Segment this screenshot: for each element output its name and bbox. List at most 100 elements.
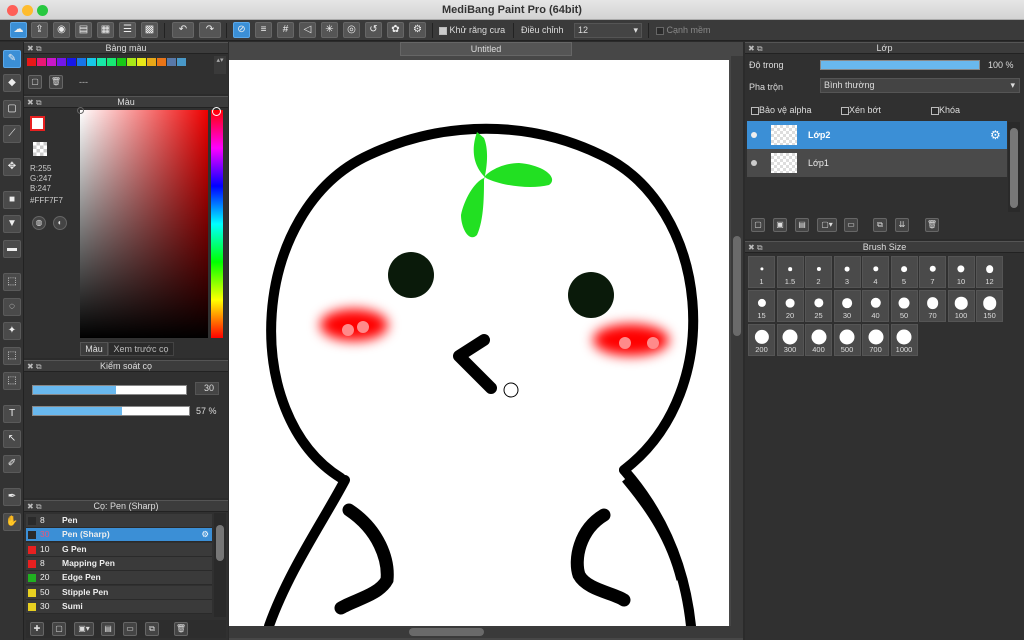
palette-swatch[interactable] (177, 58, 186, 66)
redo-icon[interactable]: ↷ (199, 22, 221, 38)
rect-tool-icon[interactable]: ■ (3, 191, 21, 209)
canvas-vertical-scrollbar[interactable] (731, 56, 743, 626)
snap-settings-icon[interactable]: ✿ (387, 22, 404, 38)
no-snap-icon[interactable]: ⊘ (233, 22, 250, 38)
palette-scroll[interactable]: ▴▾ (214, 56, 226, 74)
brush-size-option[interactable]: 25 (805, 290, 832, 322)
alpha-protect-toggle[interactable]: Bảo vệ alpha (751, 105, 812, 115)
color-settings-icon[interactable]: ◐ (53, 216, 67, 230)
new-brush-icon[interactable]: ▢ (52, 622, 66, 636)
dot-tool-icon[interactable]: ▢ (3, 100, 21, 118)
brush-menu-icon[interactable]: ▣▾ (74, 622, 94, 636)
add-brush-icon[interactable]: ✚ (30, 622, 44, 636)
brush-list-item[interactable]: 8 Pen (26, 514, 212, 528)
curve-snap-icon[interactable]: ↺ (365, 22, 382, 38)
brush-size-option[interactable]: 100 (947, 290, 975, 322)
panel-controls-icon[interactable]: ✖ ⧉ (748, 242, 763, 253)
text-tool-icon[interactable]: T (3, 405, 21, 423)
panel-controls-icon[interactable]: ✖ ⧉ (27, 97, 42, 108)
new-halftone-layer-icon[interactable]: ▣ (773, 218, 787, 232)
brush-size-option[interactable]: 200 (748, 324, 775, 356)
palette-swatch[interactable] (37, 58, 46, 66)
gear-icon[interactable]: ⚙ (990, 121, 1001, 149)
palette-swatch[interactable] (27, 58, 36, 66)
brush-size-option[interactable]: 20 (776, 290, 804, 322)
brush-size-option[interactable]: 300 (776, 324, 804, 356)
palette-swatch[interactable] (97, 58, 106, 66)
gradient-tool-icon[interactable]: ▬ (3, 240, 21, 258)
select-eraser-icon[interactable]: ⬚ (3, 372, 21, 390)
tab-color[interactable]: Màu (80, 342, 108, 356)
brush-size-option[interactable]: 150 (976, 290, 1003, 322)
palette-swatch[interactable] (167, 58, 176, 66)
brush-list-item[interactable]: 8 Mapping Pen (26, 556, 212, 571)
brush-list-item[interactable]: 10 G Pen (26, 542, 212, 557)
document-icon[interactable]: ▤ (75, 22, 92, 38)
brush-list-scroll-thumb[interactable] (216, 525, 224, 561)
brush-size-option[interactable]: 30 (833, 290, 861, 322)
layer-row[interactable]: Lớp2 ⚙ (747, 121, 1007, 149)
lock-toggle[interactable]: Khóa (931, 105, 960, 115)
hand-tool-icon[interactable]: ✋ (3, 513, 21, 531)
share-icon[interactable]: ⇪ (31, 22, 48, 38)
brush-size-value[interactable]: 30 (195, 382, 219, 395)
folder-icon[interactable]: ▭ (123, 622, 137, 636)
radial-snap-icon[interactable]: ✳ (321, 22, 338, 38)
trash-icon[interactable]: 🗑 (174, 622, 188, 636)
panel-controls-icon[interactable]: ✖ ⧉ (748, 43, 763, 54)
layer-menu-icon[interactable]: ▢▾ (817, 218, 837, 232)
hue-cursor[interactable] (212, 107, 221, 116)
antialias-checkbox[interactable] (439, 26, 447, 35)
select-tool-icon[interactable]: ⬚ (3, 273, 21, 291)
palette-swatch[interactable] (107, 58, 116, 66)
palette-swatch[interactable] (77, 58, 86, 66)
canvas-horizontal-scrollbar[interactable] (229, 626, 743, 638)
brush-size-option[interactable]: 10 (947, 256, 975, 288)
canvas-hscroll-thumb[interactable] (409, 628, 484, 636)
delete-layer-icon[interactable]: 🗑 (925, 218, 939, 232)
brush-size-option[interactable]: 2 (805, 256, 832, 288)
list-icon[interactable]: ☰ (119, 22, 136, 38)
brush-tool-icon[interactable]: ✎ (3, 50, 21, 68)
palette-swatch[interactable] (137, 58, 146, 66)
brush-list-scrollbar[interactable] (214, 513, 226, 617)
brush-list-item[interactable]: 30 Pen (Sharp) ⚙ (26, 528, 212, 543)
panel-controls-icon[interactable]: ✖ ⧉ (27, 43, 42, 54)
new-8bit-layer-icon[interactable]: ▤ (795, 218, 809, 232)
vanishing-snap-icon[interactable]: ◁ (299, 22, 316, 38)
operation-tool-icon[interactable]: ↖ (3, 430, 21, 448)
foreground-color-swatch[interactable] (30, 116, 45, 131)
brush-size-option[interactable]: 500 (833, 324, 861, 356)
tab-brush-preview[interactable]: Xem trước cọ (108, 342, 174, 356)
chat-icon[interactable]: ◉ (53, 22, 70, 38)
duplicate-icon[interactable]: ⧉ (145, 622, 159, 636)
palette-swatch[interactable] (87, 58, 96, 66)
brush-size-option[interactable]: 1000 (890, 324, 918, 356)
brush-size-option[interactable]: 1 (748, 256, 775, 288)
lasso-tool-icon[interactable]: ◌ (3, 298, 21, 316)
cross-snap-icon[interactable]: # (277, 22, 294, 38)
layer-row[interactable]: Lớp1 (747, 149, 1007, 177)
soft-edge-toggle[interactable]: Cạnh mềm (656, 25, 711, 35)
grid-icon[interactable]: ▩ (141, 22, 158, 38)
soft-edge-checkbox[interactable] (656, 26, 664, 35)
brush-opacity-slider[interactable] (32, 406, 190, 416)
brush-settings-icon[interactable]: ▤ (101, 622, 115, 636)
canvas-tab[interactable]: Untitled (400, 42, 572, 56)
move-tool-icon[interactable]: ✥ (3, 158, 21, 176)
brush-size-option[interactable]: 15 (748, 290, 775, 322)
drawing-canvas[interactable] (229, 60, 729, 626)
brush-size-option[interactable]: 40 (862, 290, 889, 322)
palette-swatch[interactable] (157, 58, 166, 66)
eye-icon[interactable] (751, 160, 757, 166)
eraser-tool-icon[interactable]: ◆ (3, 74, 21, 92)
brush-size-option[interactable]: 4 (862, 256, 889, 288)
clipping-toggle[interactable]: Xén bớt (841, 105, 881, 115)
palette-swatch[interactable] (47, 58, 56, 66)
brush-size-option[interactable]: 7 (919, 256, 946, 288)
saturation-value-picker[interactable] (77, 107, 208, 338)
brush-size-option[interactable]: 12 (976, 256, 1003, 288)
alpha-protect-checkbox[interactable] (751, 106, 759, 115)
adjust-select[interactable]: 12 ▾ (574, 23, 642, 38)
clipping-checkbox[interactable] (841, 106, 849, 115)
